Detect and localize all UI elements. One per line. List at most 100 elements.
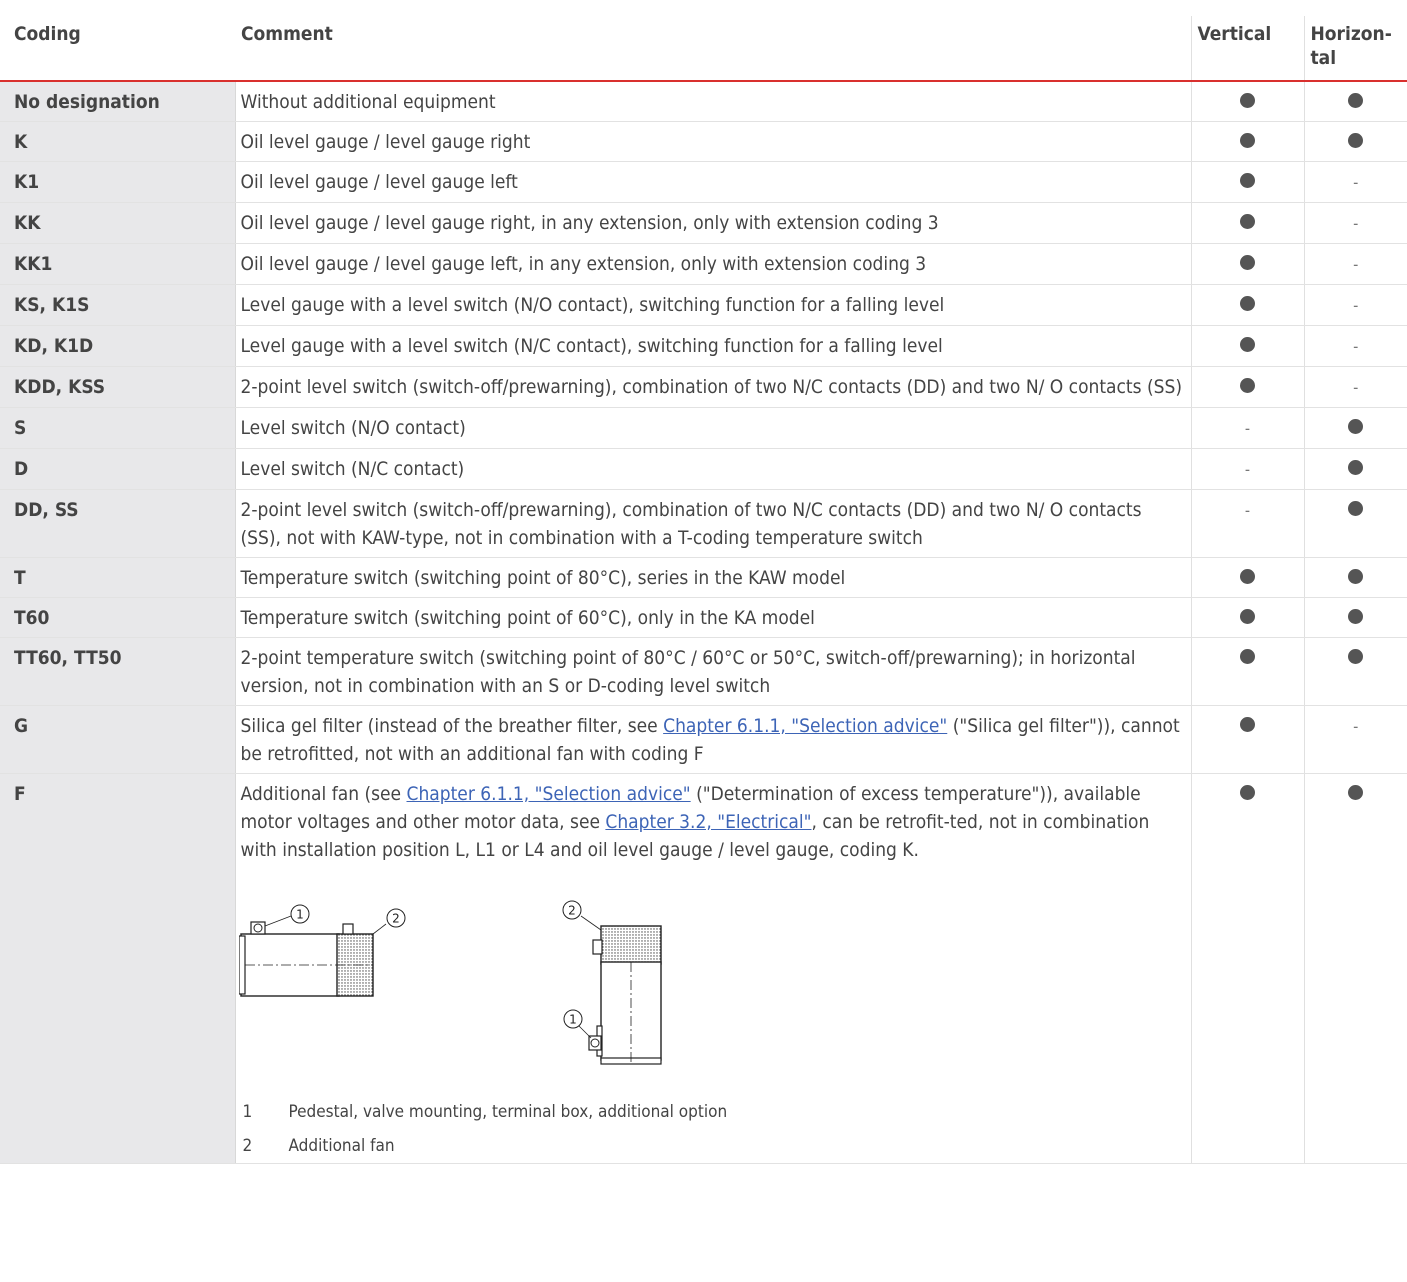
horizontal-cell [1303,597,1407,638]
horizontal-cell [1303,489,1407,558]
comment-paragraph: Additional fan (see Chapter 6.1.1, "Sele… [241,780,1185,864]
availability-dot-icon [1348,501,1364,516]
availability-dot-icon [1348,609,1364,624]
table-row: TT60, TT50 2-point temperature switch (sw… [0,637,1407,706]
coding-cell: No designation [0,81,235,122]
coding-cell: G [0,705,235,774]
vertical-cell [1190,637,1304,706]
vertical-cell [1190,557,1304,598]
vertical-cell [1190,121,1304,162]
coding-cell: D [0,448,235,490]
horizontal-cell [1303,121,1407,162]
coding-cell: K1 [0,161,235,203]
horizontal-cell: - [1303,325,1407,367]
table-row: KK Oil level gauge / level gauge right, i… [0,202,1407,244]
availability-dot-icon [1348,93,1364,108]
horizontal-cell [1303,773,1407,1164]
coding-cell: S [0,407,235,449]
coding-cell: K [0,121,235,162]
table-row-g: G Silica gel filter (instead of the brea… [0,705,1407,774]
fan-drawing-icon: 1 2 2 1 [238,900,662,1065]
vertical-cell: - [1190,489,1304,558]
not-available-dash: - [1244,501,1251,520]
coding-table: Coding Comment Vertical Horizon- tal No … [0,16,1407,1164]
availability-dot-icon [1240,255,1255,270]
horizontal-cell: - [1303,243,1407,285]
table-row: T Temperature switch (switching point of … [0,557,1407,598]
vertical-cell [1190,597,1304,638]
table-row: DD, SS 2-point level switch (switch-off/p… [0,489,1407,558]
vertical-cell: - [1190,448,1304,490]
availability-dot-icon [1240,173,1255,188]
table-row-f: F Additional fan (see Chapter 6.1.1, "Se… [0,773,1407,1164]
availability-dot-icon [1240,785,1255,800]
coding-cell: KS, K1S [0,284,235,326]
coding-cell: KK1 [0,243,235,285]
comment-cell: Level switch (N/C contact) [234,448,1191,490]
horizontal-cell [1303,407,1407,449]
table-row: KK1 Oil level gauge / level gauge left, i… [0,243,1407,285]
header-row: Coding Comment Vertical Horizon- tal [0,16,1407,82]
legend-text: Additional fan [288,1136,395,1156]
link-electrical[interactable]: Chapter 3.2, "Electrical" [605,811,811,833]
comment-cell: Oil level gauge / level gauge left, in a… [234,243,1191,285]
horizontal-cell: - [1303,161,1407,203]
not-available-dash: - [1244,460,1251,479]
vertical-cell [1190,202,1304,244]
table-row: KS, K1S Level gauge with a level switch (… [0,284,1407,326]
link-selection-advice[interactable]: Chapter 6.1.1, "Selection advice" [407,783,691,805]
horizontal-cell: - [1303,366,1407,408]
legend-item-1: 1 Pedestal, valve mounting, terminal box,… [243,1100,1185,1124]
comment-cell: Silica gel filter (instead of the breath… [234,705,1191,774]
coding-cell: KDD, KSS [0,366,235,408]
not-available-dash: - [1353,378,1359,397]
availability-dot-icon [1240,378,1255,393]
not-available-dash: - [1353,296,1359,315]
vertical-cell [1190,325,1304,367]
callout-label: 1 [569,1013,577,1027]
comment-cell: 2-point temperature switch (switching po… [234,637,1191,706]
vertical-cell: - [1190,407,1304,449]
table-row: T60 Temperature switch (switching point o… [0,597,1407,638]
comment-cell: Level switch (N/O contact) [234,407,1191,449]
table-row: S Level switch (N/O contact) - [0,407,1407,449]
horizontal-cell: - [1303,202,1407,244]
table-row: K1 Oil level gauge / level gauge left - [0,161,1407,203]
not-available-dash: - [1353,214,1359,233]
header-comment: Comment [235,16,1191,82]
callout-label: 2 [392,912,400,926]
comment-cell: Temperature switch (switching point of 8… [234,557,1191,598]
availability-dot-icon [1348,649,1364,664]
horizontal-cell [1303,637,1407,706]
availability-dot-icon [1240,93,1255,108]
coding-cell: DD, SS [0,489,235,558]
vertical-motor-drawing: 2 1 [562,900,662,1065]
availability-dot-icon [1240,609,1255,624]
horizontal-cell [1303,448,1407,490]
header-horizontal: Horizon- tal [1303,16,1407,82]
table-row: No designation Without additional equipme… [0,81,1407,122]
vertical-cell [1190,705,1304,774]
availability-dot-icon [1240,133,1255,148]
availability-dot-icon [1240,214,1255,229]
vertical-cell [1190,81,1304,122]
vertical-cell [1190,284,1304,326]
comment-cell: Temperature switch (switching point of 6… [234,597,1191,638]
table-row: D Level switch (N/C contact) - [0,448,1407,490]
comment-cell: Oil level gauge / level gauge right, in … [234,202,1191,244]
comment-cell: Without additional equipment [234,81,1191,122]
horizontal-cell: - [1303,705,1407,774]
availability-dot-icon [1348,133,1364,148]
comment-cell: Level gauge with a level switch (N/O con… [234,284,1191,326]
legend-text: Pedestal, valve mounting, terminal box, … [288,1102,728,1122]
horizontal-motor-drawing: 1 2 [238,904,405,997]
link-selection-advice[interactable]: Chapter 6.1.1, "Selection advice" [663,715,947,737]
coding-cell: KK [0,202,235,244]
availability-dot-icon [1240,649,1255,664]
comment-cell: Additional fan (see Chapter 6.1.1, "Sele… [234,773,1191,1164]
fan-figures: 1 2 2 1 [238,898,1185,1098]
coding-cell: TT60, TT50 [0,637,235,706]
legend-number: 2 [242,1136,253,1156]
header-vertical: Vertical [1190,16,1304,82]
availability-dot-icon [1348,569,1364,584]
